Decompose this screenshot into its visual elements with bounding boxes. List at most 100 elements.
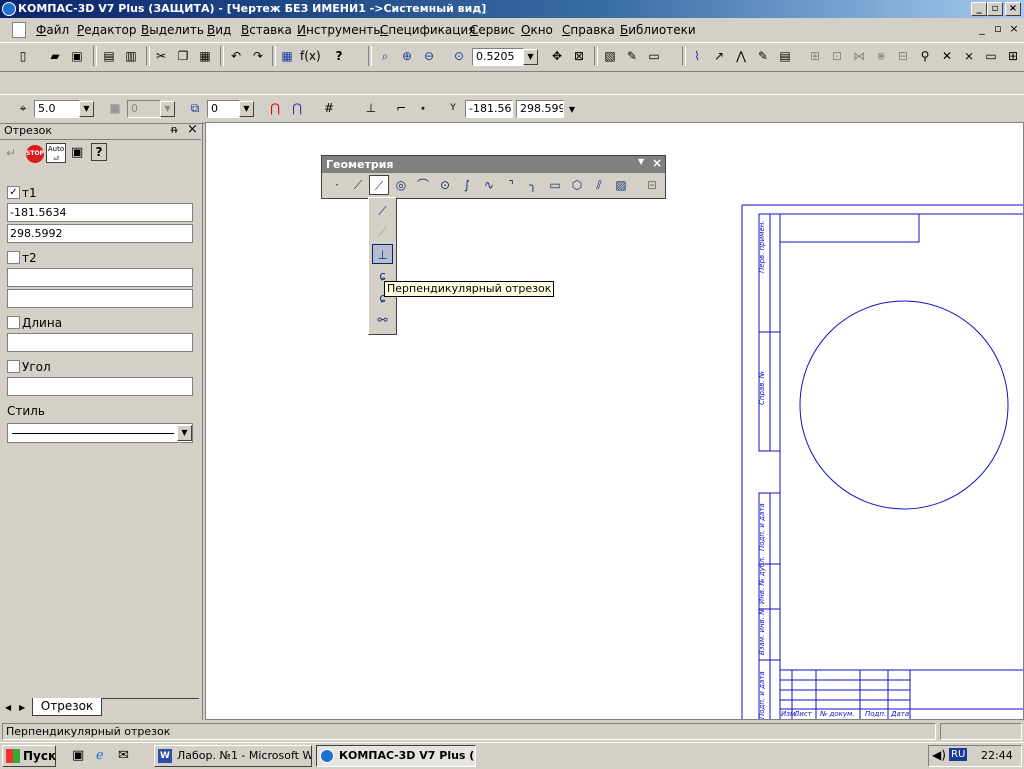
measure-icon[interactable]: ⊞ [806, 47, 824, 65]
t1-checkbox[interactable]: ✓ [7, 186, 20, 199]
angle-checkbox[interactable] [7, 360, 20, 373]
style-select[interactable]: ▼ [7, 423, 193, 443]
menu-specification[interactable]: Спецификация [380, 23, 475, 37]
rectangle-icon[interactable]: ▭ [545, 175, 565, 195]
cut-icon[interactable]: ✂ [152, 47, 170, 65]
cursor-step-icon[interactable]: ⌖ [14, 99, 32, 117]
dimensions-icon[interactable]: ↗ [710, 47, 728, 65]
zoom-field[interactable]: 0.5205 [472, 48, 524, 66]
help-pointer-icon[interactable]: ? [330, 47, 348, 65]
doc-minimize-button[interactable]: _ [975, 23, 989, 35]
segment-option-icon[interactable]: ⟋ [372, 201, 393, 221]
layer-dropdown-button[interactable]: ▼ [239, 101, 254, 117]
tab-scroll-left-icon[interactable]: ◀ [5, 703, 11, 712]
equidistant-icon[interactable]: ⫽ [589, 175, 609, 195]
style-dropdown-button[interactable]: ▼ [177, 425, 192, 441]
undo-icon[interactable]: ↶ [227, 47, 245, 65]
spec-icon[interactable]: ⋇ [872, 47, 890, 65]
more-icon[interactable]: ⊞ [1004, 47, 1022, 65]
doc-close-button[interactable]: × [1007, 23, 1021, 35]
polygon-icon[interactable]: ⬡ [567, 175, 587, 195]
fillet-icon[interactable]: ╮ [523, 175, 543, 195]
point-icon[interactable]: · [327, 175, 347, 195]
open-folder-icon[interactable]: ▰ [46, 47, 64, 65]
select-icon[interactable]: ⊡ [828, 47, 846, 65]
manager-icon[interactable]: ▦ [278, 47, 296, 65]
segment-icon[interactable]: ⟋ [369, 175, 389, 195]
curve-icon[interactable]: ∿ [479, 175, 499, 195]
new-file-icon[interactable]: ▯ [14, 47, 32, 65]
length-checkbox[interactable] [7, 316, 20, 329]
paste-icon[interactable]: ▦ [196, 47, 214, 65]
menu-view[interactable]: Вид [207, 23, 231, 37]
panel-close-icon[interactable]: × [187, 122, 198, 137]
local-snap-icon[interactable]: ⋂ [288, 99, 306, 117]
minimize-button[interactable]: _ [971, 2, 987, 16]
print-icon[interactable]: ▤ [100, 47, 118, 65]
task-kompas[interactable]: КОМПАС-3D V7 Plus (З... [316, 745, 476, 767]
layer-field[interactable]: 0 [207, 100, 240, 118]
length-field[interactable] [7, 333, 193, 352]
menu-help[interactable]: Справка [562, 23, 615, 37]
report-icon[interactable]: ⊟ [894, 47, 912, 65]
aux-line-icon[interactable]: ⟋ [348, 175, 368, 195]
grid-icon[interactable]: # [320, 99, 338, 117]
view-icon[interactable]: ▭ [982, 47, 1000, 65]
ortho-icon[interactable]: ⌐ [392, 99, 410, 117]
auto-create-icon[interactable]: Auto ⏎ [46, 143, 66, 163]
menu-window[interactable]: Окно [521, 23, 553, 37]
local-cs-icon[interactable]: ⊥ [362, 99, 380, 117]
menu-edit[interactable]: Редактор [77, 23, 136, 37]
coord-x-field[interactable]: -181.56 [465, 100, 513, 118]
maximize-button[interactable]: ▫ [987, 2, 1003, 16]
t1-y-field[interactable]: 298.5992 [7, 224, 193, 243]
copy-icon[interactable]: ❐ [174, 47, 192, 65]
geometry-panel-menu-icon[interactable]: ▼ [638, 157, 644, 166]
geometry-tools-icon[interactable]: ⌇ [688, 47, 706, 65]
edit-icon[interactable]: ✎ [754, 47, 772, 65]
chamfer-icon[interactable]: ⌝ [501, 175, 521, 195]
quicklaunch-desktop-icon[interactable]: ▣ [72, 748, 84, 763]
bitangent-segment-icon[interactable]: ⚯ [372, 310, 393, 330]
menu-tools[interactable]: Инструменты [297, 23, 383, 37]
angle-field[interactable] [7, 377, 193, 396]
tab-segment[interactable]: Отрезок [32, 698, 102, 716]
quicklaunch-mail-icon[interactable]: ✉ [118, 748, 129, 763]
step-dropdown-button[interactable]: ▼ [79, 101, 94, 117]
coord-dropdown-icon[interactable]: ▼ [563, 101, 581, 119]
geometry-panel-header[interactable]: Геометрия ▼ × [322, 156, 665, 173]
t2-y-field[interactable] [7, 289, 193, 308]
function-icon[interactable]: f(x) [300, 47, 321, 65]
drawing-canvas[interactable]: Перв. примен. Справ. № Подп. и дата Инв.… [205, 122, 1024, 720]
user-icon[interactable]: ⚲ [916, 47, 934, 65]
doc-restore-button[interactable]: ▫ [991, 23, 1005, 35]
camera-icon[interactable]: ▣ [71, 145, 83, 160]
menu-file[interactable]: Файл [36, 23, 69, 37]
stop-icon[interactable]: STOP [26, 145, 44, 163]
fill-icon[interactable]: ⊟ [642, 175, 662, 195]
coord-y-field[interactable]: 298.599 [516, 100, 564, 118]
zoom-in-icon[interactable]: ⊕ [398, 47, 416, 65]
language-indicator[interactable]: RU [949, 748, 968, 761]
trim-icon[interactable]: ✕ [938, 47, 956, 65]
layers-icon[interactable]: ▭ [645, 47, 663, 65]
pin-icon[interactable]: ᵰ [171, 123, 177, 136]
save-icon[interactable]: ▣ [68, 47, 86, 65]
edit-tool-icon[interactable]: ✎ [623, 47, 641, 65]
step-field[interactable]: 5.0 [34, 100, 80, 118]
spline-icon[interactable]: ∫ [457, 175, 477, 195]
layer-icon[interactable]: ⧉ [186, 99, 204, 117]
snap-magnet-icon[interactable]: ⋂ [266, 99, 284, 117]
menu-insert[interactable]: Вставка [241, 23, 292, 37]
volume-icon[interactable]: ◀) [932, 748, 946, 762]
params-icon[interactable]: ▤ [776, 47, 794, 65]
pan-icon[interactable]: ✥ [548, 47, 566, 65]
geometry-panel-close-icon[interactable]: × [652, 156, 662, 170]
start-button[interactable]: Пуск [2, 745, 56, 767]
arc-icon[interactable]: ⌒ [413, 175, 433, 195]
zoom-scale-icon[interactable]: ⊙ [450, 47, 468, 65]
round-icon[interactable]: ⋆ [414, 99, 432, 117]
tab-scroll-right-icon[interactable]: ▶ [19, 703, 25, 712]
zoom-out-icon[interactable]: ⊖ [420, 47, 438, 65]
refresh-icon[interactable]: ▧ [601, 47, 619, 65]
